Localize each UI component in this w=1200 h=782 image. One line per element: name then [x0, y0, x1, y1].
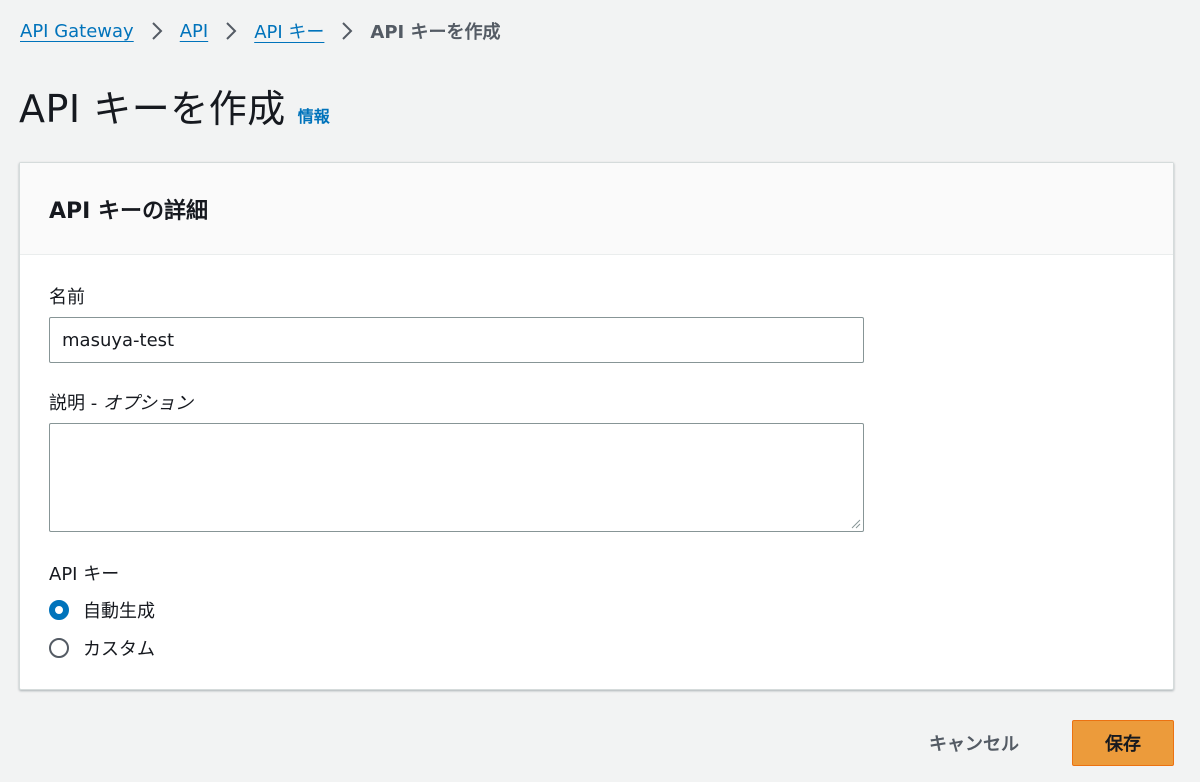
page-header: API キーを作成 情報 [19, 78, 330, 133]
chevron-right-icon [208, 21, 254, 41]
panel-title: API キーの詳細 [49, 198, 208, 224]
save-button[interactable]: 保存 [1072, 720, 1174, 766]
description-label: 説明 - オプション [49, 389, 193, 415]
chevron-right-icon [324, 21, 370, 41]
radio-option-custom[interactable]: カスタム [49, 635, 155, 661]
breadcrumb-link-api-gateway[interactable]: API Gateway [20, 21, 134, 42]
resize-handle-icon[interactable] [851, 519, 861, 529]
radio-label-auto-generate: 自動生成 [83, 601, 155, 622]
breadcrumb-link-api-keys[interactable]: API キー [254, 18, 324, 44]
page-title: API キーを作成 [19, 87, 286, 131]
cancel-button[interactable]: キャンセル [905, 720, 1043, 766]
optional-label: オプション [102, 393, 193, 414]
radio-option-auto-generate[interactable]: 自動生成 [49, 597, 155, 623]
breadcrumb-link-api[interactable]: API [180, 21, 208, 42]
api-key-label: API キー [49, 564, 120, 585]
description-label-text: 説明 - [49, 393, 103, 414]
radio-label-custom: カスタム [83, 639, 155, 660]
name-label: 名前 [49, 287, 85, 308]
description-textarea[interactable] [49, 423, 864, 532]
api-key-details-panel: API キーの詳細 名前 説明 - オプション API キー 自動生成 カスタム [19, 162, 1174, 690]
breadcrumb: API Gateway API API キー API キーを作成 [20, 17, 501, 45]
radio-button-checked[interactable] [49, 600, 69, 620]
panel-header: API キーの詳細 [20, 163, 1173, 255]
info-link[interactable]: 情報 [298, 103, 330, 127]
radio-button-unchecked[interactable] [49, 638, 69, 658]
chevron-right-icon [134, 21, 180, 41]
name-input[interactable] [49, 317, 864, 363]
breadcrumb-current: API キーを作成 [370, 22, 501, 43]
